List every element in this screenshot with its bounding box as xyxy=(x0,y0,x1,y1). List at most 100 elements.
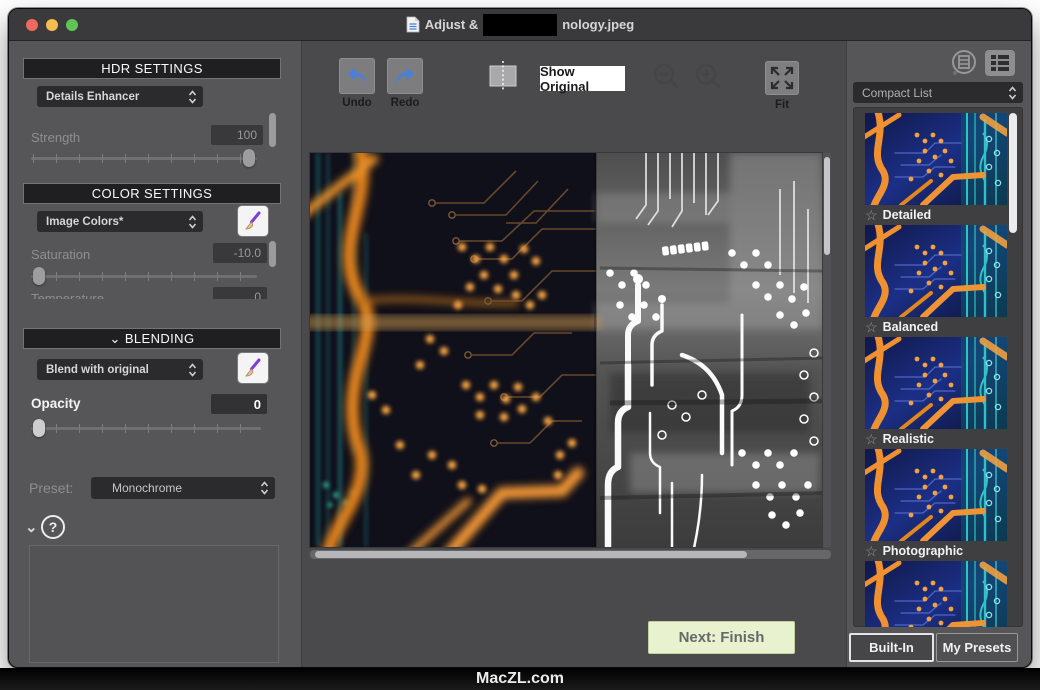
temperature-label: Temperature xyxy=(31,291,104,299)
preview-area: Undo Redo Show Original xyxy=(301,41,847,668)
strength-label: Strength xyxy=(31,130,80,145)
strength-value-field[interactable]: 100 xyxy=(211,125,263,145)
preset-name: Photographic xyxy=(883,544,964,558)
blend-brush-button[interactable] xyxy=(238,353,268,383)
filmstrip-view-button[interactable] xyxy=(949,48,979,78)
preset-name: Realistic xyxy=(883,432,934,446)
watermark-bar: MacZL.com xyxy=(0,668,1040,690)
opacity-label: Opacity xyxy=(31,396,81,411)
hdr-method-dropdown[interactable]: Details Enhancer xyxy=(37,86,203,107)
close-button[interactable] xyxy=(26,19,38,31)
strength-slider-thumb[interactable] xyxy=(243,149,255,167)
color-settings-header[interactable]: COLOR SETTINGS xyxy=(23,183,281,204)
preset-item-realistic[interactable]: ☆ Realistic xyxy=(865,337,1007,449)
filmstrip-icon xyxy=(949,48,979,78)
title-redaction-box xyxy=(483,14,557,36)
title-bar: Adjust & nology.jpeg xyxy=(9,9,1031,41)
preset-item-detailed[interactable]: ☆ Detailed xyxy=(865,113,1007,225)
zoom-button[interactable] xyxy=(66,19,78,31)
saturation-slider-thumb[interactable] xyxy=(33,267,45,285)
brush-icon xyxy=(242,210,264,232)
undo-button[interactable] xyxy=(339,58,375,94)
split-preview-icon xyxy=(486,59,520,93)
chevron-down-icon: ⌄ xyxy=(110,331,121,347)
preset-thumbnail xyxy=(865,225,1007,317)
color-settings-viewport: Saturation -10.0 Temperature 0 xyxy=(9,237,301,299)
window-title: Adjust & nology.jpeg xyxy=(406,14,634,36)
star-icon[interactable]: ☆ xyxy=(865,207,878,224)
watermark-text: MacZL.com xyxy=(476,670,564,688)
tab-my-presets[interactable]: My Presets xyxy=(936,633,1018,662)
description-panel xyxy=(29,545,279,663)
star-icon[interactable]: ☆ xyxy=(865,319,878,336)
help-button[interactable]: ? xyxy=(41,515,65,539)
color-section-scrollbar[interactable] xyxy=(269,241,276,267)
presets-sidebar: Compact List ☆ Detailed ☆ Balanced xyxy=(847,41,1032,668)
stepper-icon xyxy=(188,90,197,104)
list-view-icon xyxy=(985,50,1015,76)
next-finish-button[interactable]: Next: Finish xyxy=(648,621,795,654)
fit-button[interactable] xyxy=(765,61,799,95)
zoom-out-button[interactable] xyxy=(650,61,682,93)
horizontal-scroll-thumb[interactable] xyxy=(315,551,747,558)
circuit-board-artwork xyxy=(310,153,822,547)
zoom-in-icon xyxy=(692,61,724,93)
stepper-icon xyxy=(1008,86,1017,100)
star-icon[interactable]: ☆ xyxy=(865,543,878,560)
list-view-button[interactable] xyxy=(985,50,1015,76)
fit-icon xyxy=(769,65,795,91)
preset-thumbnail xyxy=(865,113,1007,205)
preset-name: Detailed xyxy=(883,208,932,222)
preset-item-photographic[interactable]: ☆ Photographic xyxy=(865,449,1007,561)
collapse-chevron-icon[interactable]: ⌄ xyxy=(25,518,38,536)
preview-horizontal-scrollbar[interactable] xyxy=(310,550,831,559)
preset-thumbnail xyxy=(865,449,1007,541)
split-preview-button[interactable] xyxy=(486,59,520,93)
preset-list-scrollbar[interactable] xyxy=(1009,113,1017,233)
temperature-value-field[interactable]: 0 xyxy=(213,287,267,299)
redo-arrow-icon xyxy=(392,63,418,89)
blend-mode-value: Blend with original xyxy=(46,364,184,376)
opacity-slider-thumb[interactable] xyxy=(33,419,45,437)
blending-header[interactable]: ⌄ BLENDING xyxy=(23,328,281,349)
show-original-button[interactable]: Show Original xyxy=(540,66,625,91)
minimize-button[interactable] xyxy=(46,19,58,31)
preset-thumbnail xyxy=(865,337,1007,429)
stepper-icon xyxy=(188,215,197,229)
vertical-scroll-thumb[interactable] xyxy=(824,157,830,255)
brush-icon xyxy=(242,357,264,379)
redo-label: Redo xyxy=(375,97,435,109)
zoom-out-icon xyxy=(650,61,682,93)
preset-dropdown[interactable]: Monochrome xyxy=(91,477,275,499)
hdr-section-scrollbar[interactable] xyxy=(269,113,276,147)
blend-mode-dropdown[interactable]: Blend with original xyxy=(37,359,203,380)
redo-button[interactable] xyxy=(387,58,423,94)
undo-arrow-icon xyxy=(344,63,370,89)
preset-item-partial[interactable]: ☆ xyxy=(865,561,1007,627)
traffic-lights xyxy=(26,19,78,31)
zoom-in-button[interactable] xyxy=(692,61,724,93)
opacity-slider[interactable] xyxy=(31,419,261,437)
saturation-value-field[interactable]: -10.0 xyxy=(213,243,267,263)
preset-item-balanced[interactable]: ☆ Balanced xyxy=(865,225,1007,337)
hdr-method-value: Details Enhancer xyxy=(46,91,184,103)
saturation-slider[interactable] xyxy=(31,267,257,285)
document-icon xyxy=(406,16,420,33)
preset-name: Balanced xyxy=(883,320,939,334)
star-icon[interactable]: ☆ xyxy=(865,431,878,448)
preview-vertical-scrollbar[interactable] xyxy=(823,153,831,547)
color-mode-value: Image Colors* xyxy=(46,216,184,228)
window-title-suffix: nology.jpeg xyxy=(562,17,634,32)
tab-built-in[interactable]: Built-In xyxy=(849,633,934,662)
hdr-settings-header[interactable]: HDR SETTINGS xyxy=(23,58,281,79)
color-brush-button[interactable] xyxy=(238,206,268,236)
preset-label: Preset: xyxy=(29,480,73,496)
strength-slider[interactable] xyxy=(31,149,257,167)
opacity-value-field[interactable]: 0 xyxy=(211,394,267,414)
preview-image[interactable] xyxy=(310,153,822,547)
color-mode-dropdown[interactable]: Image Colors* xyxy=(37,211,203,232)
saturation-label: Saturation xyxy=(31,247,90,262)
stepper-icon xyxy=(260,481,269,495)
preset-view-dropdown[interactable]: Compact List xyxy=(853,82,1023,103)
preset-value: Monochrome xyxy=(100,481,256,495)
